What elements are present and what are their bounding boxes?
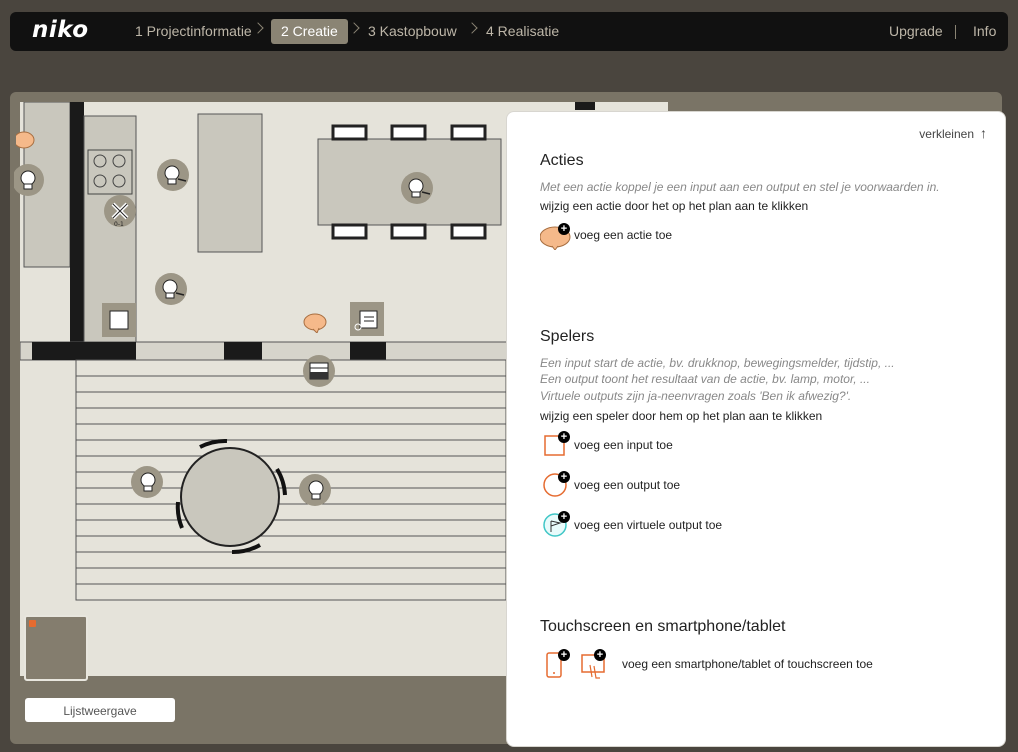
speech-bubble-icon: + [539, 220, 572, 251]
fan-icon[interactable]: 0-1 [103, 194, 137, 228]
divider [955, 25, 956, 39]
add-virtual-output-label: voeg een virtuele output toe [574, 518, 723, 532]
spelers-desc-line-1: Een input start de actie, bv. drukknop, … [540, 356, 895, 370]
plus-icon: + [558, 431, 570, 443]
chevron-right-icon [348, 22, 360, 34]
lamp-icon[interactable] [130, 465, 164, 499]
tablet-touch-icon: + [578, 647, 620, 681]
side-panel: verkleinen ↑ Acties Met een actie koppel … [506, 111, 1006, 747]
lamp-icon[interactable] [154, 272, 188, 306]
minimap-marker-icon [29, 620, 36, 627]
acties-title: Acties [540, 152, 584, 169]
step-realisatie[interactable]: 4 Realisatie [486, 19, 559, 44]
top-navigation: niko 1 Projectinformatie 2 Creatie 3 Kas… [10, 12, 1008, 51]
add-action-button[interactable]: + voeg een actie toe [539, 220, 673, 251]
spelers-instruction: wijzig een speler door hem op het plan a… [540, 409, 823, 423]
upgrade-link[interactable]: Upgrade [889, 19, 943, 44]
plus-icon: + [558, 471, 570, 483]
smartphone-icon: + [540, 647, 576, 681]
list-view-button[interactable]: Lijstweergave [25, 698, 175, 722]
lamp-icon[interactable] [14, 163, 46, 197]
collapse-panel-button[interactable]: verkleinen ↑ [919, 125, 987, 141]
add-action-label: voeg een actie toe [574, 228, 673, 242]
add-output-button[interactable]: + voeg een output toe [540, 470, 680, 500]
add-input-label: voeg een input toe [574, 438, 673, 452]
chevron-right-icon [466, 22, 478, 34]
lamp-icon[interactable] [156, 158, 190, 192]
plus-icon: + [594, 649, 606, 661]
lamp-icon[interactable] [298, 473, 332, 507]
spelers-desc-line-2: Een output toont het resultaat van de ac… [540, 372, 870, 386]
step-kastopbouw[interactable]: 3 Kastopbouw [368, 19, 457, 44]
plus-icon: + [558, 649, 570, 661]
action-speech-icon[interactable] [303, 313, 329, 333]
add-input-button[interactable]: + voeg een input toe [540, 430, 673, 460]
virtual-output-flag-icon: + [540, 510, 572, 540]
svg-text:0-1: 0-1 [114, 221, 124, 228]
add-smartphone-tablet-label: voeg een smartphone/tablet of touchscree… [622, 657, 873, 671]
output-circle-icon: + [540, 470, 572, 500]
spelers-title: Spelers [540, 328, 595, 345]
step-projectinformatie[interactable]: 1 Projectinformatie [135, 19, 252, 44]
add-virtual-output-button[interactable]: + voeg een virtuele output toe [540, 510, 722, 540]
acties-instruction: wijzig een actie door het op het plan aa… [540, 199, 809, 213]
add-smartphone-tablet-button[interactable]: + + voeg een smartphone/tablet of touchs… [540, 647, 873, 681]
motion-sensor-icon[interactable] [350, 302, 384, 336]
info-link[interactable]: Info [973, 19, 996, 44]
plan-minimap[interactable] [24, 615, 88, 681]
chevron-right-icon [252, 22, 264, 34]
arrow-up-icon: ↑ [980, 125, 987, 141]
step-creatie[interactable]: 2 Creatie [271, 19, 348, 44]
collapse-label: verkleinen [919, 127, 974, 141]
input-square-icon: + [540, 430, 572, 460]
acties-description: Met een actie koppel je een input aan ee… [540, 180, 940, 194]
lamp-icon[interactable] [400, 171, 434, 205]
socket-icon[interactable] [102, 303, 136, 337]
add-output-label: voeg een output toe [574, 478, 681, 492]
touchscreen-title: Touchscreen en smartphone/tablet [540, 618, 786, 635]
niko-logo[interactable]: niko [32, 17, 89, 43]
plus-icon: + [558, 223, 570, 235]
action-speech-icon[interactable] [16, 129, 36, 149]
plus-icon: + [558, 511, 570, 523]
spelers-desc-line-3: Virtuele outputs zijn ja-neenvragen zoal… [540, 389, 852, 403]
shutter-motor-icon[interactable] [302, 354, 336, 388]
